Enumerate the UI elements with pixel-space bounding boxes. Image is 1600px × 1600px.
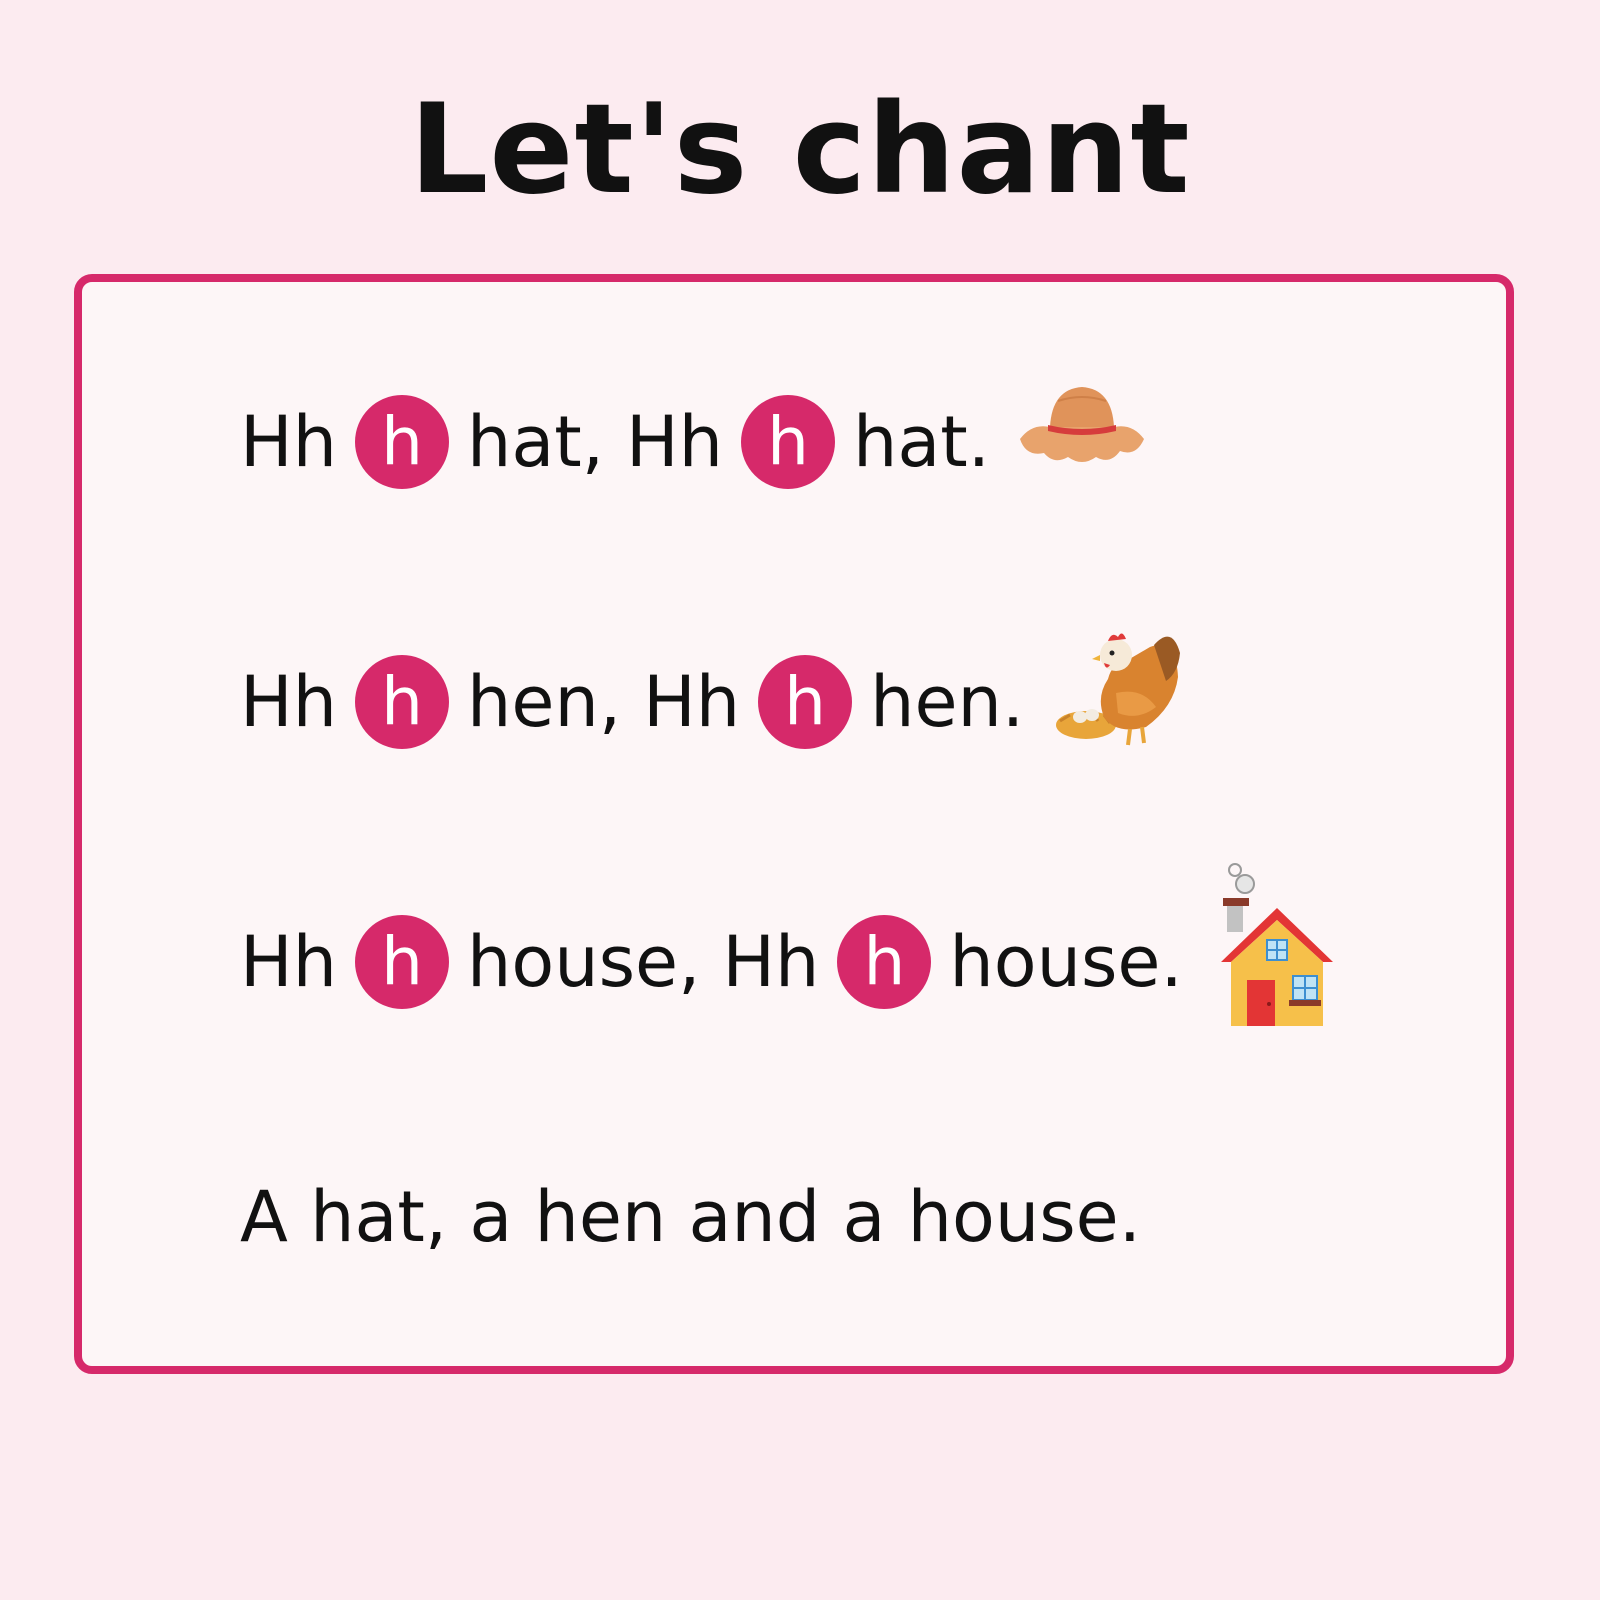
house-icon [1197,862,1347,1063]
chant-line-house: Hh h house, Hh h house. [240,862,1347,1026]
chant-word: hat. [853,401,990,483]
letter-pair: Hh [240,661,338,743]
page-title: Let's chant [409,78,1191,222]
chant-word: hat, [467,401,604,483]
chant-word: house, [467,921,701,1003]
chant-word: hen, [467,661,622,743]
chant-closing-line: A hat, a hen and a house. [240,1176,1141,1258]
chant-line-hat: Hh h hat, Hh h hat. [240,386,1152,497]
chant-card: Hh h hat, Hh h hat. Hh h hen, Hh h hen. … [74,274,1514,1374]
letter-badge: h [355,395,450,489]
hen-icon [1046,617,1186,788]
letter-pair: Hh [240,401,338,483]
letter-badge: h [837,915,932,1009]
letter-pair: Hh [643,661,741,743]
letter-badge: h [741,395,835,489]
letter-pair: Hh [722,921,820,1003]
chant-word: house. [949,921,1183,1003]
letter-badge: h [355,915,450,1009]
chant-line-hen: Hh h hen, Hh h hen. [240,632,1186,757]
letter-badge: h [758,655,853,749]
letter-pair: Hh [625,401,723,483]
hat-icon [1012,377,1152,508]
letter-badge: h [355,655,450,749]
letter-pair: Hh [240,921,338,1003]
chant-word: hen. [870,661,1025,743]
